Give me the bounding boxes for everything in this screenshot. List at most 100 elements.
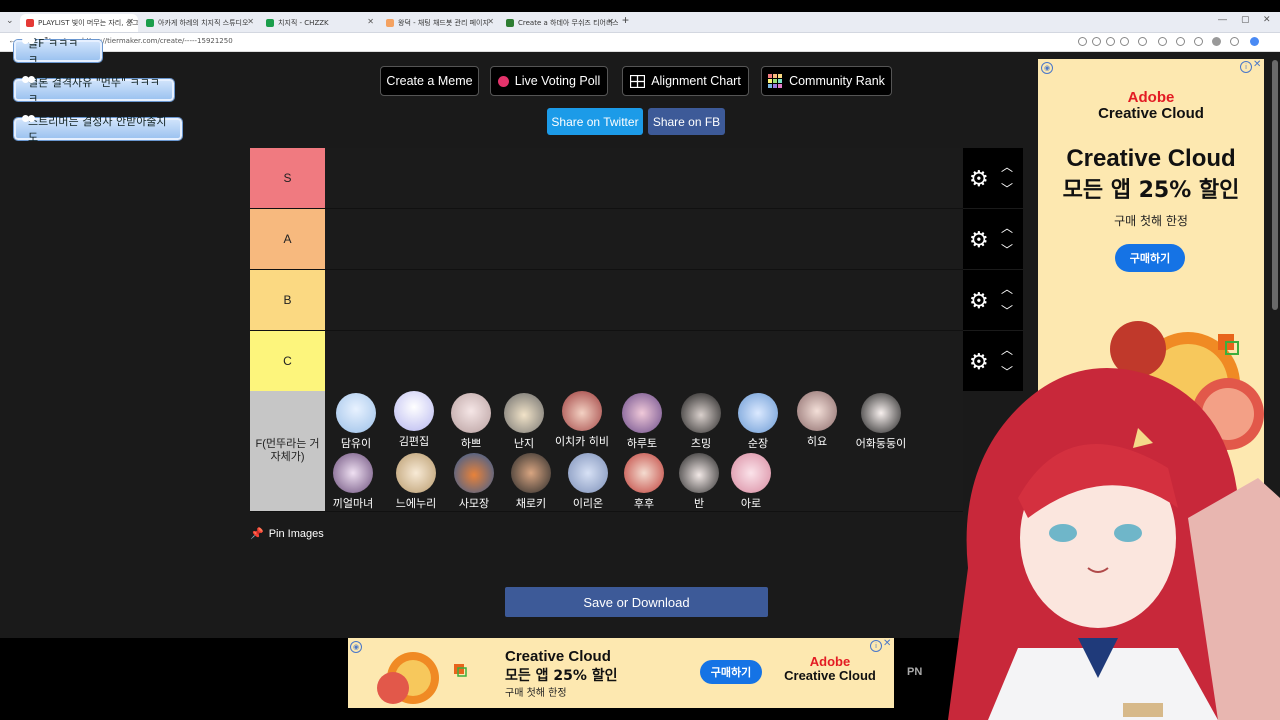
extensions-icon[interactable]	[1138, 37, 1147, 46]
ad-info-icon[interactable]: i	[1240, 61, 1252, 73]
zoom-icon[interactable]	[1092, 37, 1101, 46]
share-facebook-button[interactable]: Share on FB	[648, 108, 725, 135]
tier-item[interactable]: 이치카 히비	[554, 391, 610, 449]
close-tab-icon[interactable]: ✕	[487, 17, 494, 26]
browser-essentials-icon[interactable]	[1194, 37, 1203, 46]
gear-icon[interactable]: ⚙	[969, 168, 989, 190]
tier-item[interactable]: 느에누리	[388, 453, 444, 511]
ad-headline: Creative Cloud	[505, 648, 611, 665]
move-up-icon[interactable]: ︿	[1001, 219, 1013, 236]
item-name: 어화둥둥이	[855, 437, 907, 450]
tier-item[interactable]: 후후	[616, 453, 672, 511]
button-label: Share on Twitter	[551, 114, 639, 129]
tier-label[interactable]: B	[250, 270, 325, 330]
tier-drop-zone[interactable]	[325, 331, 963, 391]
tier-item[interactable]: 순장	[730, 393, 786, 451]
move-up-icon[interactable]: ︿	[1001, 280, 1013, 297]
gear-icon[interactable]: ⚙	[969, 290, 989, 312]
share-twitter-button[interactable]: Share on Twitter	[547, 108, 643, 135]
tier-item[interactable]: 하쁘	[443, 393, 499, 451]
ad-buy-button[interactable]: 구매하기	[700, 660, 762, 684]
adobe-ad-bottom[interactable]: ◉ i ✕ Creative Cloud 모든 앱 25% 할인 구매 첫해 한…	[348, 638, 894, 708]
close-tab-icon[interactable]: ✕	[127, 17, 134, 26]
translate-icon[interactable]	[1078, 37, 1087, 46]
ad-subtext: 구매 첫해 한정	[1114, 214, 1188, 228]
settings-more-icon[interactable]	[1230, 37, 1239, 46]
bubble-decoration	[22, 37, 36, 44]
copilot-icon[interactable]	[1250, 37, 1259, 46]
move-up-icon[interactable]: ︿	[1001, 158, 1013, 175]
community-rank-button[interactable]: Community Rank	[761, 66, 892, 96]
ad-info-icon[interactable]: i	[870, 640, 882, 652]
favorite-icon[interactable]	[1120, 37, 1129, 46]
move-down-icon[interactable]: ﹀	[1001, 302, 1013, 319]
ad-choices-icon[interactable]: ◉	[1041, 62, 1053, 74]
tab-label: 왕덕 - 채팅 채드봇 관리 페이지	[398, 19, 489, 27]
profile-avatar[interactable]	[1212, 37, 1221, 46]
browser-tab-chzzk[interactable]: 치지직 - CHZZK ✕	[260, 14, 378, 32]
chat-bubble: 을F ㅋㅋㅋㅋ	[14, 37, 102, 66]
maximize-icon[interactable]: ▢	[1241, 14, 1250, 25]
create-meme-button[interactable]: Create a Meme	[380, 66, 479, 96]
avatar	[681, 393, 721, 433]
tier-label[interactable]: A	[250, 209, 325, 269]
button-label: Community Rank	[789, 74, 885, 88]
tier-drop-zone[interactable]	[325, 270, 963, 330]
alignment-chart-button[interactable]: Alignment Chart	[622, 66, 749, 96]
ad-choices-icon[interactable]: ◉	[350, 641, 362, 653]
move-down-icon[interactable]: ﹀	[1001, 241, 1013, 258]
tier-item[interactable]: 어화둥둥이	[853, 393, 909, 451]
avatar	[454, 453, 494, 493]
tier-item[interactable]: 담유이	[328, 393, 384, 451]
tier-item[interactable]: 끼얼마녀	[325, 453, 381, 511]
item-name: 이치카 히비	[554, 435, 610, 448]
pin-images-label: Pin Images	[268, 527, 324, 540]
split-screen-icon[interactable]	[1158, 37, 1167, 46]
move-down-icon[interactable]: ﹀	[1001, 180, 1013, 197]
url-field[interactable]: https://tiermaker.com/create/-----159212…	[82, 37, 233, 45]
tier-item[interactable]: 김편집	[386, 391, 442, 449]
gear-icon[interactable]: ⚙	[969, 229, 989, 251]
tier-item[interactable]: 아로	[723, 453, 779, 511]
read-aloud-icon[interactable]	[1106, 37, 1115, 46]
ad-close-icon[interactable]: ✕	[1253, 59, 1261, 70]
button-label: Save or Download	[583, 594, 690, 610]
minimize-icon[interactable]: —	[1218, 14, 1227, 24]
item-name: 담유이	[340, 437, 372, 450]
tier-item[interactable]: 사모장	[446, 453, 502, 511]
favorites-bar-icon[interactable]	[1176, 37, 1185, 46]
browser-tab-playlist[interactable]: PLAYLIST 빛이 머무는 자리, 싱그 ✕	[20, 14, 138, 32]
tier-label[interactable]: F(먼뚜라는 거 자체가)	[250, 391, 325, 511]
button-label: Alignment Chart	[651, 74, 741, 88]
tier-item[interactable]: 하루토	[614, 393, 670, 451]
tier-label[interactable]: C	[250, 331, 325, 391]
tier-label[interactable]: S	[250, 148, 325, 208]
item-name: 아로	[740, 497, 762, 510]
tier-drop-zone[interactable]	[325, 209, 963, 269]
close-tab-icon[interactable]: ✕	[367, 17, 374, 26]
new-tab-button[interactable]: +	[622, 13, 629, 27]
browser-tab-tiermaker[interactable]: Create a 하데아 무쉬즈 티어리스트 ✕	[500, 14, 618, 32]
close-window-icon[interactable]: ✕	[1263, 14, 1271, 25]
ad-close-icon[interactable]: ✕	[883, 638, 891, 649]
avatar	[622, 393, 662, 433]
tier-item[interactable]: 이리온	[560, 453, 616, 511]
item-name: 츠밍	[690, 437, 712, 450]
live-voting-poll-button[interactable]: Live Voting Poll	[490, 66, 608, 96]
browser-tab-studio[interactable]: 아카게 하레의 치지직 스튜디오 ✕	[140, 14, 258, 32]
browser-tab-chatbot[interactable]: 왕덕 - 채팅 채드봇 관리 페이지 ✕	[380, 14, 498, 32]
tier-item[interactable]: 츠밍	[673, 393, 729, 451]
tab-list-icon[interactable]: ⌄	[6, 15, 14, 26]
scrollbar[interactable]	[1272, 60, 1278, 310]
tier-item[interactable]: 채로키	[503, 453, 559, 511]
pin-images-toggle[interactable]: 📌 Pin Images	[250, 527, 324, 541]
tier-item[interactable]: 반	[671, 453, 727, 511]
tier-item[interactable]: 히요	[789, 391, 845, 449]
ad-buy-button[interactable]: 구매하기	[1115, 244, 1185, 272]
tier-drop-zone[interactable]	[325, 148, 963, 208]
tier-item[interactable]: 난지	[496, 393, 552, 451]
save-download-button[interactable]: Save or Download	[505, 587, 768, 617]
close-tab-icon[interactable]: ✕	[607, 17, 614, 26]
pin-icon: 📌	[250, 528, 264, 540]
close-tab-icon[interactable]: ✕	[247, 17, 254, 26]
